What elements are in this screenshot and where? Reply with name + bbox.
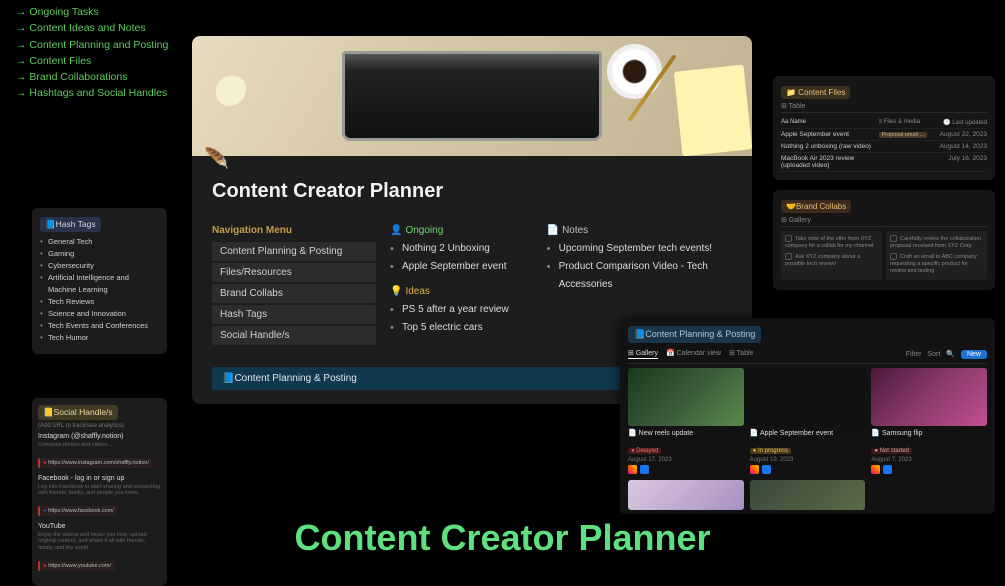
hashtag-item[interactable]: General Tech: [40, 236, 159, 248]
section-nav: → Ongoing Tasks → Content Ideas and Note…: [16, 4, 168, 102]
status-badge: ● In progress: [750, 448, 791, 454]
facebook-icon: [762, 465, 771, 474]
search-icon[interactable]: 🔍: [946, 350, 955, 358]
notes-item[interactable]: Upcoming September tech events!: [547, 240, 732, 258]
file-row[interactable]: Apple September event Proposal email ...…: [781, 129, 987, 141]
social-url[interactable]: ▸ https://www.facebook.com/: [38, 506, 118, 516]
file-row[interactable]: Nothing 2 unboxing (raw video) August 14…: [781, 141, 987, 153]
brand-collabs-tab[interactable]: ⊞ Gallery: [781, 216, 987, 227]
instagram-icon: [628, 465, 637, 474]
checkbox-icon[interactable]: [785, 253, 792, 260]
status-badge: ● Not started: [871, 448, 912, 454]
hero-image: [192, 36, 752, 156]
checkbox-icon[interactable]: [890, 253, 897, 260]
checkbox-icon[interactable]: [890, 235, 897, 242]
social-item[interactable]: YouTube Enjoy the videos and music you l…: [38, 523, 161, 572]
nav-menu-item[interactable]: Social Handle/s: [212, 326, 376, 345]
card-thumbnail: [628, 368, 744, 426]
nav-menu-item[interactable]: Files/Resources: [212, 263, 376, 282]
nav-menu-item[interactable]: Hash Tags: [212, 305, 376, 324]
notes-item[interactable]: Product Comparison Video - Tech Accessor…: [547, 258, 732, 294]
status-badge: ● Delayed: [628, 448, 661, 454]
content-card[interactable]: 📄 Apple September event ● In progress Au…: [750, 368, 866, 474]
hashtag-item[interactable]: Tech Reviews: [40, 296, 159, 308]
ideas-header: 💡Ideas: [390, 286, 533, 297]
content-planning-panel: 📘Content Planning & Posting ⊞ Gallery 📅 …: [620, 318, 995, 514]
card-thumbnail: [871, 368, 987, 426]
brand-collabs-panel: 🤝Brand Collabs ⊞ Gallery Take note of th…: [773, 190, 995, 290]
instagram-icon: [871, 465, 880, 474]
social-header: 📒Social Handle/s: [38, 405, 118, 420]
ideas-item[interactable]: Top 5 electric cars: [390, 319, 533, 337]
facebook-icon: [883, 465, 892, 474]
content-files-tab[interactable]: ⊞ Table: [781, 102, 987, 113]
social-item[interactable]: Instagram (@shaffly.notion) Compose phot…: [38, 433, 161, 469]
notes-header: 📄Notes: [547, 225, 732, 236]
nav-link[interactable]: → Brand Collaborations: [16, 69, 168, 85]
ongoing-header: 👤Ongoing: [390, 225, 533, 236]
page-title: Content Creator Planner: [212, 180, 732, 203]
content-files-header: 📁 Content Files: [781, 86, 850, 99]
content-planning-header: 📘Content Planning & Posting: [628, 326, 761, 343]
nav-link[interactable]: → Content Files: [16, 53, 168, 69]
ongoing-item[interactable]: Nothing 2 Unboxing: [390, 240, 533, 258]
view-calendar[interactable]: 📅 Calendar view: [666, 349, 721, 359]
card-thumbnail: [750, 368, 866, 426]
hashtag-item[interactable]: Tech Events and Conferences: [40, 320, 159, 332]
collab-card[interactable]: Carefully review the collaboration propo…: [886, 231, 987, 280]
sort-button[interactable]: Sort: [927, 351, 940, 358]
hashtags-card: 📘Hash Tags General Tech Gaming Cybersecu…: [32, 208, 167, 354]
hashtags-header: 📘Hash Tags: [40, 217, 101, 232]
ideas-item[interactable]: PS 5 after a year review: [390, 301, 533, 319]
card-thumbnail[interactable]: [750, 480, 866, 510]
instagram-icon: [750, 465, 759, 474]
facebook-icon: [640, 465, 649, 474]
product-title: Content Creator Planner: [294, 517, 710, 559]
content-card[interactable]: 📄 Samsung flip ● Not started August 7, 2…: [871, 368, 987, 474]
filter-button[interactable]: Filter: [906, 351, 922, 358]
content-files-panel: 📁 Content Files ⊞ Table Aa Name ≡ Files …: [773, 76, 995, 180]
hashtag-item[interactable]: Gaming: [40, 248, 159, 260]
social-handles-card: 📒Social Handle/s (Add URL to track/see a…: [32, 398, 167, 586]
nav-link[interactable]: → Content Ideas and Notes: [16, 20, 168, 36]
checkbox-icon[interactable]: [785, 235, 792, 242]
nav-menu-item[interactable]: Brand Collabs: [212, 284, 376, 303]
collab-card[interactable]: Take note of the offer from XYZ company …: [781, 231, 882, 280]
card-thumbnail[interactable]: [628, 480, 744, 510]
content-card[interactable]: 📄 New reels update ● Delayed August 17, …: [628, 368, 744, 474]
feather-icon: 🪶: [204, 146, 229, 171]
nav-link[interactable]: → Hashtags and Social Handles: [16, 85, 168, 101]
ongoing-item[interactable]: Apple September event: [390, 258, 533, 276]
social-url[interactable]: ▸ https://www.instagram.com/shaffly.noti…: [38, 458, 153, 468]
hashtag-item[interactable]: Cybersecurity: [40, 260, 159, 272]
new-button[interactable]: New: [961, 350, 987, 359]
nav-menu-header: Navigation Menu: [212, 225, 376, 236]
social-subtext: (Add URL to track/see analytics): [38, 423, 161, 429]
social-item[interactable]: Facebook - log in or sign up Log into Fa…: [38, 475, 161, 517]
hashtag-item[interactable]: Science and Innovation: [40, 308, 159, 320]
nav-menu-item[interactable]: Content Planning & Posting: [212, 242, 376, 261]
file-row[interactable]: MacBook Air 2023 review (uploaded video)…: [781, 153, 987, 172]
brand-collabs-header: 🤝Brand Collabs: [781, 200, 851, 213]
hashtag-item[interactable]: Artificial Intelligence and Machine Lear…: [40, 272, 159, 296]
nav-link[interactable]: → Content Planning and Posting: [16, 37, 168, 53]
hashtag-item[interactable]: Tech Humor: [40, 332, 159, 344]
social-url[interactable]: ▸ https://www.youtube.com/: [38, 561, 115, 571]
nav-link[interactable]: → Ongoing Tasks: [16, 4, 168, 20]
view-gallery[interactable]: ⊞ Gallery: [628, 349, 658, 359]
view-table[interactable]: ⊞ Table: [729, 349, 753, 359]
